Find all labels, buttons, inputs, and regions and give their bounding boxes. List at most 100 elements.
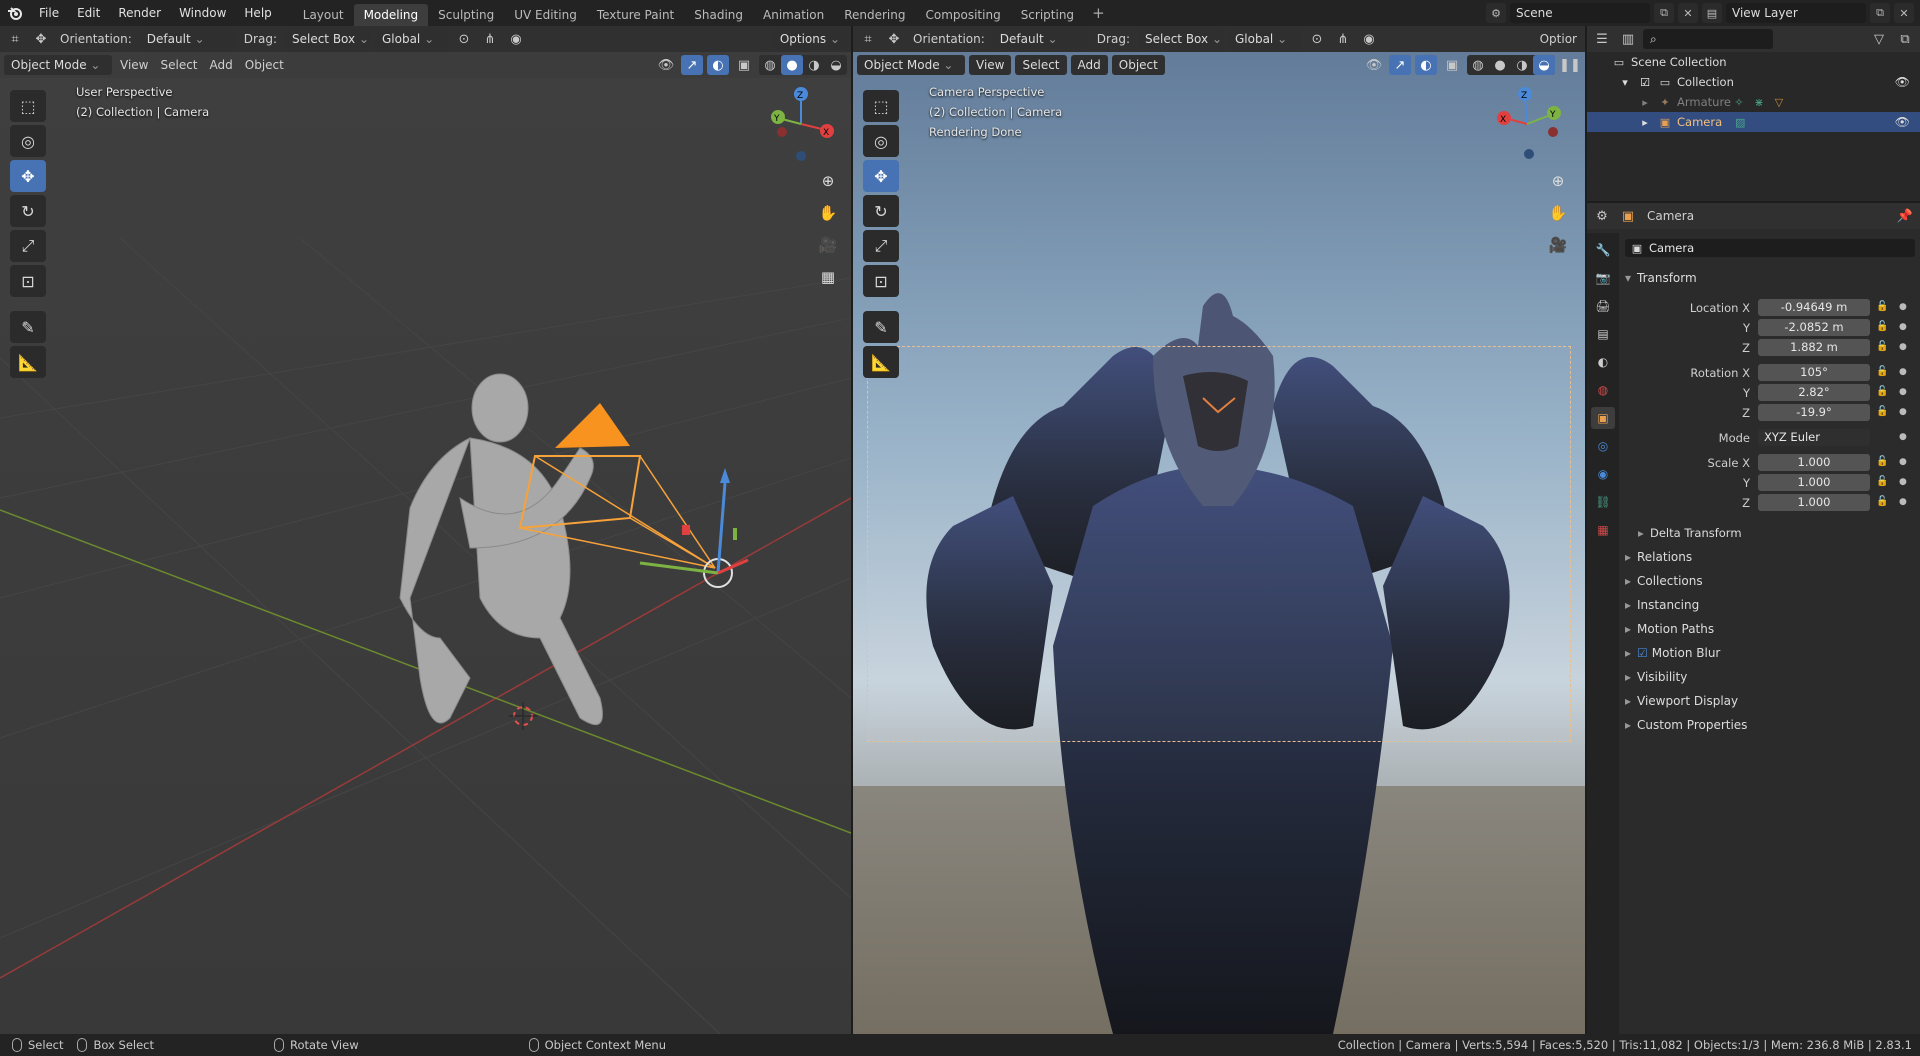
keyframe-dot-icon[interactable]: ● [1899,432,1907,442]
blender-logo-icon[interactable] [0,0,30,26]
menu-render[interactable]: Render [109,0,170,26]
pivot-icon[interactable]: ⊙ [453,29,475,49]
scene-icon[interactable]: ⚙ [1486,3,1506,23]
rotation-y-field[interactable]: 2.82° [1758,384,1870,401]
keyframe-dot-icon[interactable]: ● [1899,342,1907,352]
mode-dropdown[interactable]: Object Mode [857,55,965,75]
eye-icon[interactable]: 👁 [1895,75,1910,89]
scale-tool-icon[interactable]: ⤢ [10,230,46,262]
expand-arrow-icon[interactable]: ▾ [1617,75,1633,89]
menu-file[interactable]: File [30,0,68,26]
tab-modeling[interactable]: Modeling [353,4,429,26]
texture-tab-icon[interactable]: ▦ [1591,519,1615,541]
rendered-shading-icon[interactable]: ◒ [825,55,847,75]
checkbox-icon[interactable]: ☑ [1637,646,1648,660]
view-layer-selector[interactable]: View Layer [1726,3,1866,23]
editor-type-icon[interactable]: ⚙ [1591,206,1613,226]
checkbox-icon[interactable]: ☑ [1637,75,1653,89]
xray-icon[interactable]: ▣ [1441,55,1463,75]
snap-icon[interactable]: ⋔ [479,29,501,49]
proportional-edit-icon[interactable]: ◉ [1358,29,1380,49]
transform-orientation-dropdown[interactable]: Global [1227,29,1302,49]
lock-icon[interactable]: 🔓 [1876,321,1888,332]
solid-shading-icon[interactable]: ● [781,55,803,75]
rendered-shading-icon[interactable]: ◒ [1533,55,1555,75]
menu-help[interactable]: Help [235,0,280,26]
navigation-gizmo[interactable]: Z X Y [1495,84,1565,164]
tab-rendering[interactable]: Rendering [834,4,915,26]
visibility-icon[interactable]: 👁 [1363,55,1385,75]
tab-layout[interactable]: Layout [293,4,354,26]
pin-icon[interactable]: 📌 [1894,206,1916,226]
scale-z-field[interactable]: 1.000 [1758,494,1870,511]
cursor-tool-icon[interactable]: ◎ [863,125,899,157]
new-view-layer-icon[interactable]: ⧉ [1870,3,1890,23]
rotate-tool-icon[interactable]: ↻ [863,195,899,227]
select-box-tool-icon[interactable]: ⬚ [863,90,899,122]
gizmo-toggle-icon[interactable]: ↗ [1389,55,1411,75]
move-tool-icon[interactable]: ✥ [863,160,899,192]
proportional-edit-icon[interactable]: ◉ [505,29,527,49]
custom-properties-panel-header[interactable]: ▸ Custom Properties [1625,718,1747,732]
3d-viewport-left[interactable]: ⌗ ✥ Orientation: Default Drag: Select Bo… [0,26,851,1034]
lock-icon[interactable]: 🔓 [1876,456,1888,467]
cursor-tool-icon[interactable]: ◎ [10,125,46,157]
instancing-panel-header[interactable]: ▸ Instancing [1625,598,1699,612]
rotation-z-field[interactable]: -19.9° [1758,404,1870,421]
view-menu[interactable]: View [969,55,1012,75]
object-menu[interactable]: Object [241,58,288,72]
rotate-tool-icon[interactable]: ↻ [10,195,46,227]
add-menu[interactable]: Add [206,58,237,72]
zoom-icon[interactable]: ⊕ [1545,168,1571,194]
lock-icon[interactable]: 🔓 [1876,406,1888,417]
viewport-display-panel-header[interactable]: ▸ Viewport Display [1625,694,1738,708]
pan-hand-icon[interactable]: ✋ [815,200,841,226]
ortho-grid-icon[interactable]: ▦ [815,264,841,290]
delta-transform-subpanel[interactable]: ▸ Delta Transform [1638,526,1742,540]
select-menu[interactable]: Select [156,58,201,72]
transform-tool-icon[interactable]: ⊡ [863,265,899,297]
keyframe-dot-icon[interactable]: ● [1899,322,1907,332]
tool-tab-icon[interactable]: 🔧 [1591,239,1615,261]
motion-blur-panel-header[interactable]: ▸ ☑ Motion Blur [1625,646,1720,660]
gizmo-toggle-icon[interactable]: ↗ [681,55,703,75]
outliner-row-collection[interactable]: ▾ ☑ ▭ Collection 👁 [1587,72,1920,92]
orientation-dropdown[interactable]: Default [139,29,236,49]
new-collection-icon[interactable]: ⧉ [1894,29,1916,49]
pause-render-icon[interactable]: ❚❚ [1559,55,1581,75]
navigation-gizmo[interactable]: Z X Y [766,84,836,164]
lock-icon[interactable]: 🔓 [1876,476,1888,487]
modifier-tab-icon[interactable]: ◎ [1591,435,1615,457]
snap-icon[interactable]: ⋔ [1332,29,1354,49]
xray-icon[interactable]: ▣ [733,55,755,75]
render-tab-icon[interactable]: 📷 [1591,267,1615,289]
display-mode-icon[interactable]: ▥ [1617,29,1639,49]
wireframe-shading-icon[interactable]: ◍ [1467,55,1489,75]
measure-tool-icon[interactable]: 📐 [863,346,899,378]
annotate-tool-icon[interactable]: ✎ [10,311,46,343]
location-x-field[interactable]: -0.94649 m [1758,299,1870,316]
overlay-toggle-icon[interactable]: ◐ [1415,55,1437,75]
lock-icon[interactable]: 🔓 [1876,341,1888,352]
object-tab-icon[interactable]: ▣ [1591,407,1615,429]
rotation-mode-dropdown[interactable]: XYZ Euler [1758,429,1870,446]
lock-icon[interactable]: 🔓 [1876,496,1888,507]
solid-shading-icon[interactable]: ● [1489,55,1511,75]
pivot-icon[interactable]: ⊙ [1306,29,1328,49]
material-shading-icon[interactable]: ◑ [1511,55,1533,75]
material-shading-icon[interactable]: ◑ [803,55,825,75]
add-menu[interactable]: Add [1070,55,1108,75]
lock-icon[interactable]: 🔓 [1876,386,1888,397]
expand-arrow-icon[interactable]: ▸ [1637,115,1653,129]
scale-x-field[interactable]: 1.000 [1758,454,1870,471]
tab-animation[interactable]: Animation [753,4,834,26]
constraints-tab-icon[interactable]: ⛓ [1591,491,1615,513]
add-workspace-button[interactable]: + [1084,4,1113,22]
filter-icon[interactable]: ▽ [1868,29,1890,49]
keyframe-dot-icon[interactable]: ● [1899,387,1907,397]
transform-panel-header[interactable]: ▾ Transform [1625,271,1697,285]
motion-paths-panel-header[interactable]: ▸ Motion Paths [1625,622,1714,636]
keyframe-dot-icon[interactable]: ● [1899,407,1907,417]
output-tab-icon[interactable]: 🖨 [1591,295,1615,317]
keyframe-dot-icon[interactable]: ● [1899,302,1907,312]
